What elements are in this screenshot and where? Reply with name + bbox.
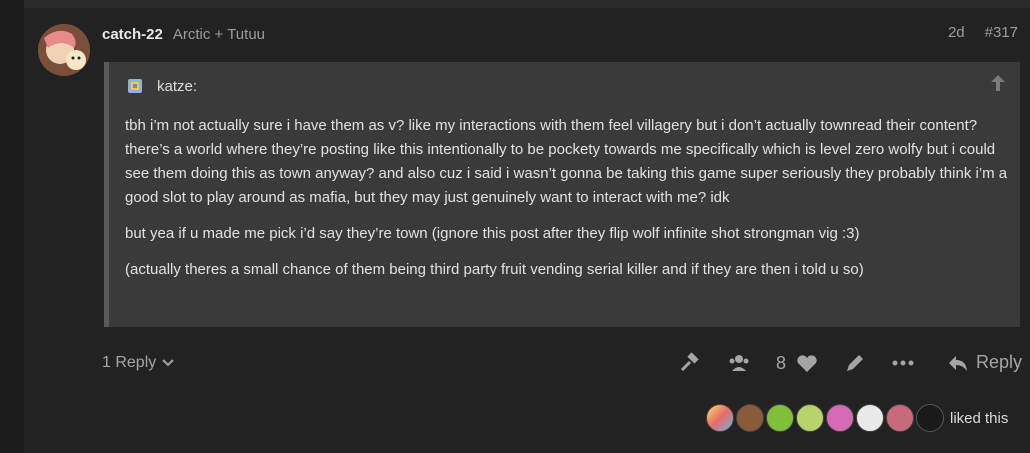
quote-author: katze: <box>157 77 198 95</box>
user-full-name: Arctic + Tutuu <box>172 25 265 43</box>
liker-avatar[interactable] <box>916 404 944 432</box>
post-meta: 2d #317 <box>948 24 1018 41</box>
replies-label: 1 Reply <box>102 354 157 371</box>
more-options-icon[interactable] <box>892 360 914 366</box>
liked-this-text[interactable]: liked this <box>950 410 1008 427</box>
reply-arrow-icon <box>948 355 967 371</box>
quote-body: tbh i’m not actually sure i have them as… <box>125 114 1010 294</box>
replies-toggle-button[interactable]: 1 Reply <box>102 354 174 372</box>
quote-paragraph: (actually theres a small chance of them … <box>125 261 864 278</box>
reply-button[interactable]: Reply <box>948 352 1022 373</box>
quote-block: katze: tbh i’m not actually sure i have … <box>104 62 1020 327</box>
like-count: 8 <box>776 353 787 373</box>
likers-row: liked this <box>706 404 1008 432</box>
author-avatar[interactable] <box>38 24 90 76</box>
quote-paragraph: tbh i’m not actually sure i have them as… <box>125 117 1008 206</box>
liker-avatar[interactable] <box>766 404 794 432</box>
post-age[interactable]: 2d <box>948 24 965 41</box>
heart-icon[interactable] <box>796 354 818 374</box>
quote-header: katze: <box>125 76 197 96</box>
gavel-icon[interactable] <box>678 352 700 374</box>
post-number[interactable]: #317 <box>985 24 1018 41</box>
post-actions: 1 Reply 8 Reply <box>102 350 1022 378</box>
liker-avatar[interactable] <box>736 404 764 432</box>
liker-avatar[interactable] <box>706 404 734 432</box>
post-author-row: catch-22 Arctic + Tutuu <box>102 24 265 44</box>
liker-avatar[interactable] <box>886 404 914 432</box>
arrow-up-icon[interactable] <box>990 74 1006 92</box>
users-icon[interactable] <box>728 352 750 374</box>
reply-label: Reply <box>975 352 1022 372</box>
pencil-icon[interactable] <box>844 352 866 374</box>
liker-avatar[interactable] <box>856 404 884 432</box>
quote-author-avatar[interactable] <box>125 76 145 96</box>
top-divider <box>24 0 1030 8</box>
liker-avatar[interactable] <box>826 404 854 432</box>
username[interactable]: catch-22 <box>102 26 163 43</box>
quote-paragraph: but yea if u made me pick i’d say they’r… <box>125 225 860 242</box>
liker-avatar[interactable] <box>796 404 824 432</box>
chevron-down-icon <box>162 359 174 367</box>
